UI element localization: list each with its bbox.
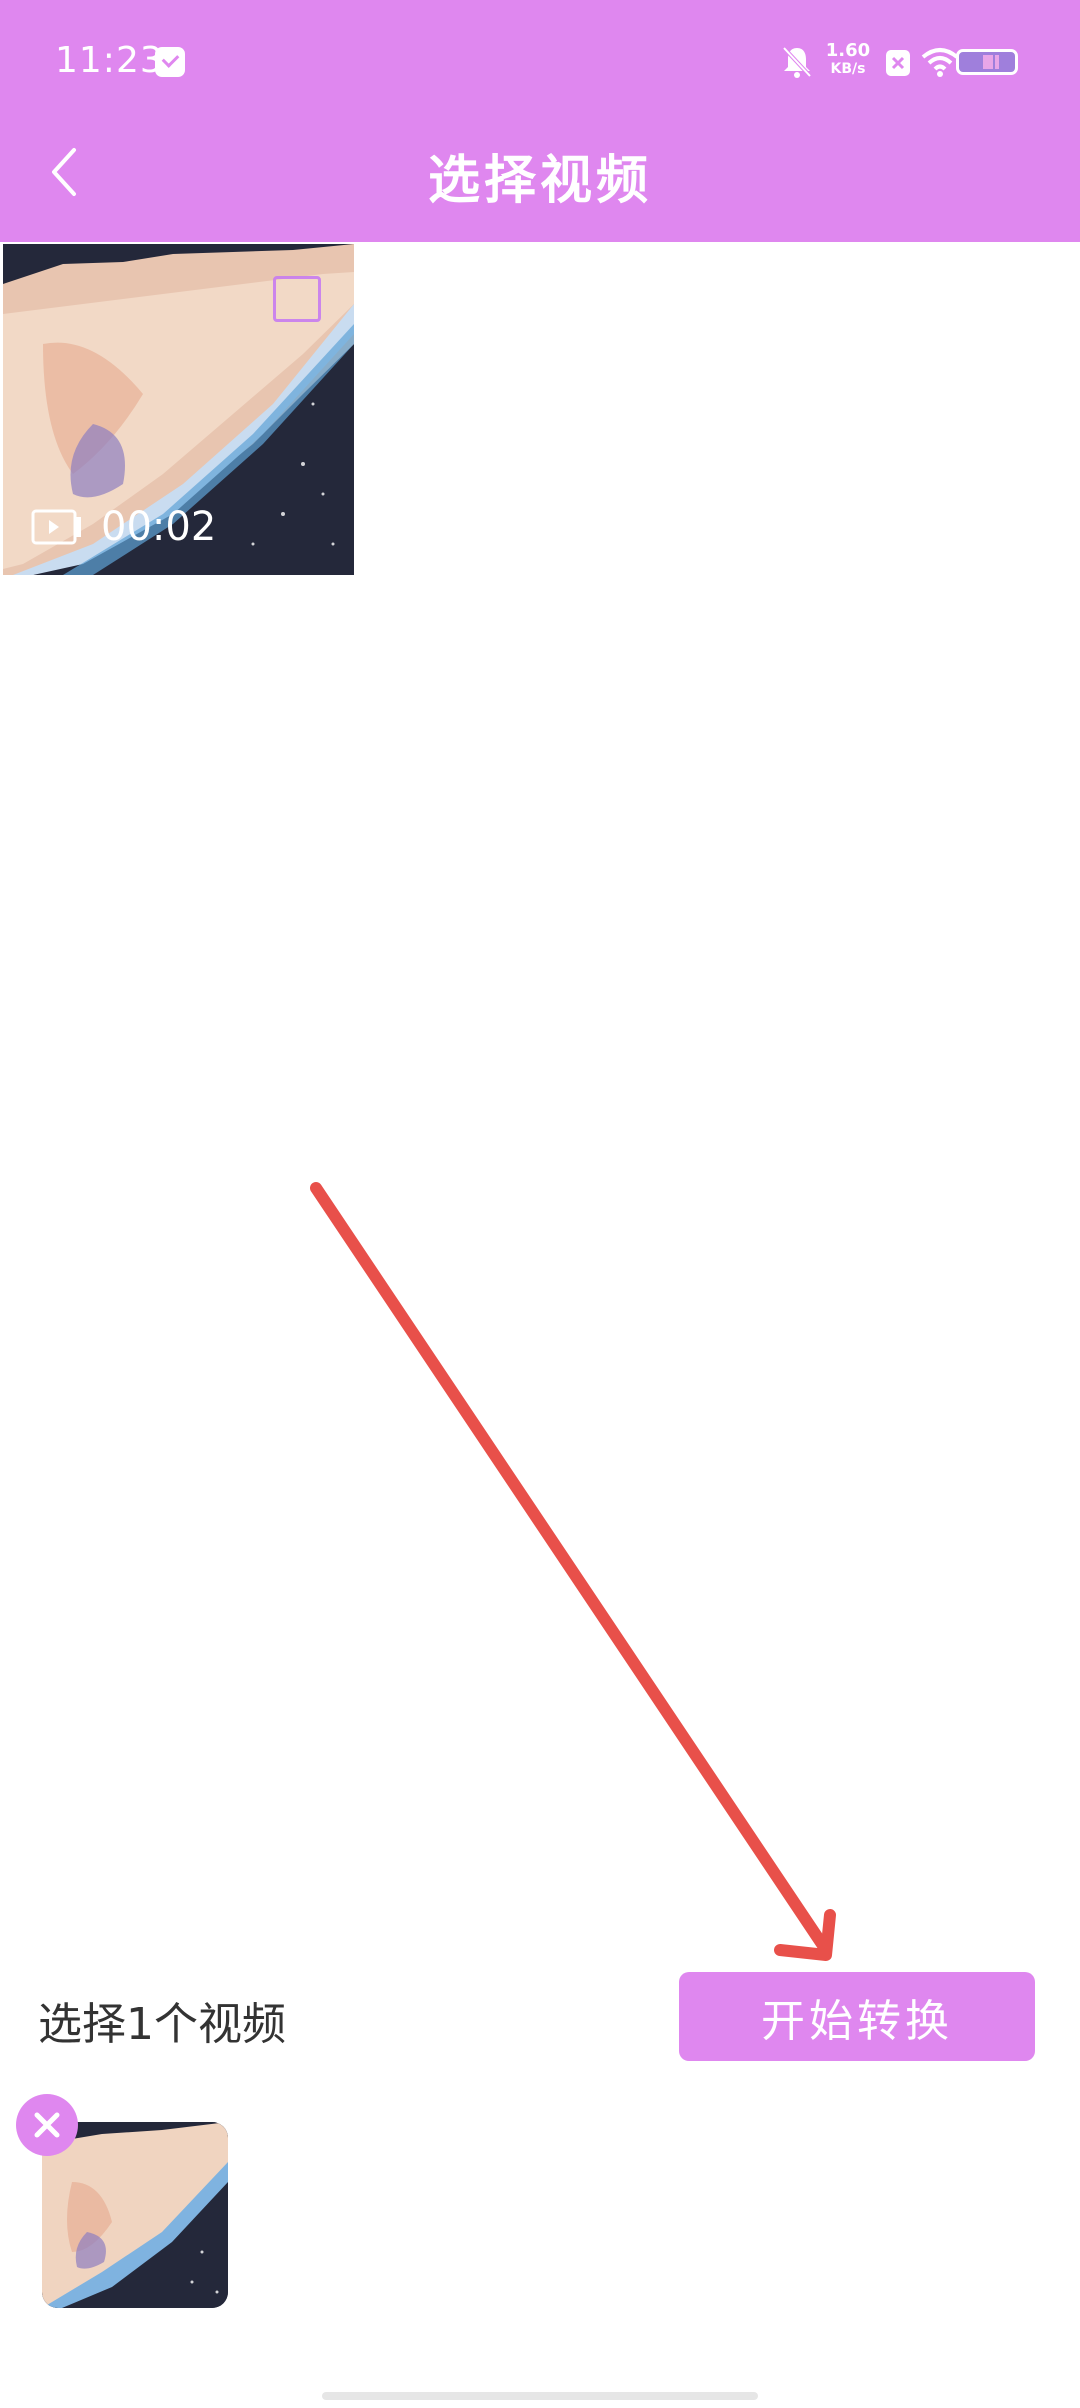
remove-selected-button[interactable] [16,2094,78,2156]
bell-muted-icon [782,46,812,78]
duration-label: 00:02 [101,504,217,550]
app-bar: 11:23 1.60 KB/s 选择视频 [0,0,1080,242]
net-speed: 1.60 KB/s [818,42,878,78]
video-icon [31,509,81,545]
status-icons: 1.60 KB/s [780,40,1040,84]
select-checkbox[interactable] [273,276,321,322]
close-icon [34,2112,60,2138]
net-speed-value: 1.60 [825,40,871,61]
net-speed-unit: KB/s [830,61,866,77]
no-sim-icon [886,50,910,76]
home-indicator[interactable] [322,2392,758,2400]
battery-icon [956,49,1018,75]
page-title: 选择视频 [427,151,652,211]
video-thumbnail[interactable]: 00:02 [3,244,354,575]
wifi-icon [921,48,959,77]
start-convert-button[interactable]: 开始转换 [679,1972,1035,2061]
notification-app-icon [155,47,185,77]
video-duration: 00:02 [31,502,216,552]
selected-count: 选择1个视频 [38,1999,286,2050]
status-time: 11:23 [55,40,164,81]
